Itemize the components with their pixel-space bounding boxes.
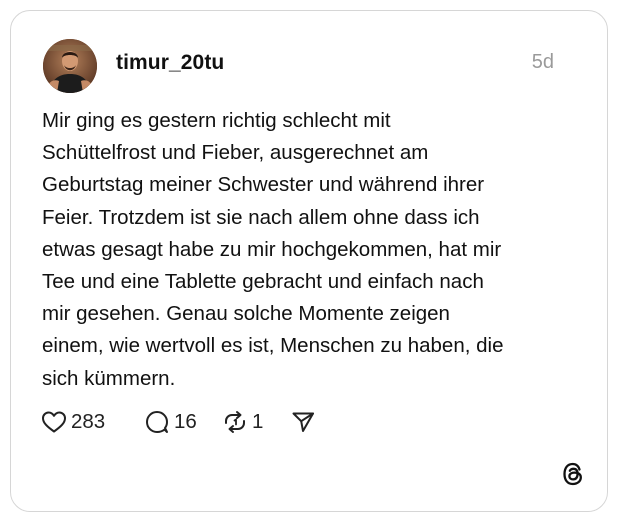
post-text-line: Schüttelfrost und Fieber, ausgerechnet a… [42,141,429,165]
share-button[interactable] [290,407,316,437]
reply-button[interactable]: 16 [144,407,197,437]
repost-arrows-icon [222,409,248,435]
post-text-line: mir gesehen. Genau solche Momente zeigen [42,302,450,326]
heart-icon [41,410,67,434]
post-text-line: Tee und eine Tablette gebracht und einfa… [42,270,484,294]
repost-count: 1 [252,410,264,433]
username[interactable]: timur_20tu [116,51,224,75]
post-text-line: Feier. Trotzdem ist sie nach allem ohne … [42,205,480,229]
post-text-line: einem, wie wertvoll es ist, Menschen zu … [42,334,504,358]
post-card: timur_20tu 5d Mir ging es gestern richti… [10,10,608,512]
speech-bubble-icon [144,409,170,435]
post-text-line: Mir ging es gestern richtig schlecht mit [42,109,391,132]
post-text-line: etwas gesagt habe zu mir hochgekommen, h… [42,237,502,261]
reply-count: 16 [174,410,197,433]
post-text-line: Geburtstag meiner Schwester und während … [42,173,485,197]
avatar[interactable] [43,39,97,93]
send-icon [290,409,316,435]
post-text: Mir ging es gestern richtig schlecht mit… [42,105,582,395]
post-text-line: sich kümmern. [42,366,176,390]
post-timestamp: 5d [531,51,554,73]
like-count: 283 [71,410,106,433]
repost-button[interactable]: 1 [222,407,263,437]
threads-logo-icon [560,460,586,488]
like-button[interactable]: 283 [41,407,105,437]
